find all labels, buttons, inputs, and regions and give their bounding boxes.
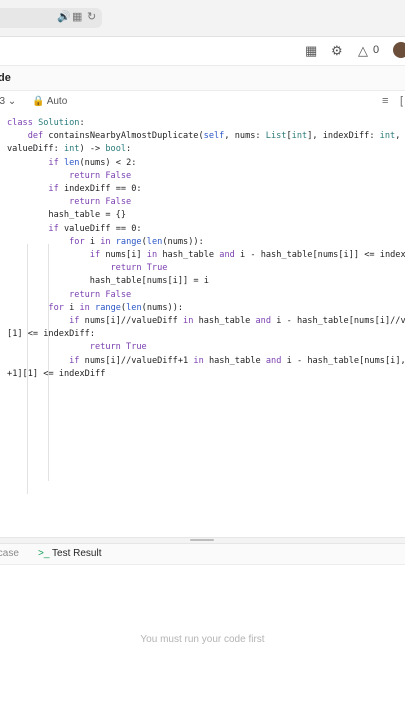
code-line: if indexDiff == 0: [48, 184, 142, 195]
terminal-icon: >_ [38, 548, 50, 559]
code-line: return False [69, 197, 132, 208]
settings-icon[interactable]: ⚙ [331, 43, 343, 59]
grip-icon[interactable] [190, 539, 214, 541]
code-line: for i in range(len(nums)): [48, 302, 184, 313]
code-text: class Solution: def containsNearbyAlmost… [7, 117, 405, 381]
code-editor[interactable]: class Solution: def containsNearbyAlmost… [0, 113, 405, 494]
auto-mode-toggle[interactable]: 🔒 Auto [32, 96, 67, 107]
streak-count: 0 [373, 44, 380, 56]
code-line: def containsNearbyAlmostDuplicate(self, … [27, 131, 401, 142]
code-line: if nums[i] in hash_table and i - hash_ta… [89, 250, 405, 261]
tab-test-result[interactable]: >_ Test Result [38, 548, 101, 559]
mode-label: Auto [46, 96, 68, 107]
tab-testcase[interactable]: stcase [0, 548, 19, 559]
code-line: if nums[i]//valueDiff+1 in hash_table an… [69, 355, 405, 366]
language-select[interactable]: n3 ⌄ [0, 96, 16, 107]
format-icon[interactable]: ≡ [382, 95, 388, 107]
lock-icon: 🔒 [32, 96, 45, 107]
speaker-icon[interactable]: 🔊 [57, 9, 71, 25]
code-line: return False [69, 170, 132, 181]
code-line: for i in range(len(nums)): [69, 236, 204, 247]
code-line: if valueDiff == 0: [48, 223, 142, 234]
tab-code[interactable]: de [0, 72, 11, 84]
code-line: valueDiff: int) -> bool: [7, 144, 132, 155]
code-line: return False [69, 289, 132, 300]
editor-tab-bar [0, 66, 405, 91]
chevron-down-icon: ⌄ [7, 96, 17, 107]
language-label: n3 [0, 96, 6, 107]
code-line: hash_table = {} [48, 210, 127, 221]
fire-icon[interactable]: △ [358, 43, 368, 59]
reload-icon[interactable]: ↻ [87, 9, 96, 25]
avatar[interactable] [393, 42, 405, 58]
code-line: if len(nums) < 2: [48, 157, 137, 168]
translate-icon[interactable]: ▦ [72, 9, 82, 25]
code-line: class Solution: [7, 118, 85, 128]
code-line: +1][1] <= indexDiff [7, 368, 106, 379]
tab-test-result-label: Test Result [52, 548, 102, 559]
code-line: hash_table[nums[i]] = i [89, 276, 209, 287]
result-empty-message: You must run your code first [140, 634, 265, 645]
code-line: return True [110, 263, 168, 274]
code-line: return True [89, 342, 147, 353]
layout-icon[interactable]: ▦ [305, 43, 317, 59]
app-header [0, 37, 405, 66]
code-line: if nums[i]//valueDiff in hash_table and … [69, 316, 405, 327]
bracket-icon[interactable]: [ [400, 95, 403, 107]
code-line: [1] <= indexDiff: [7, 329, 96, 340]
